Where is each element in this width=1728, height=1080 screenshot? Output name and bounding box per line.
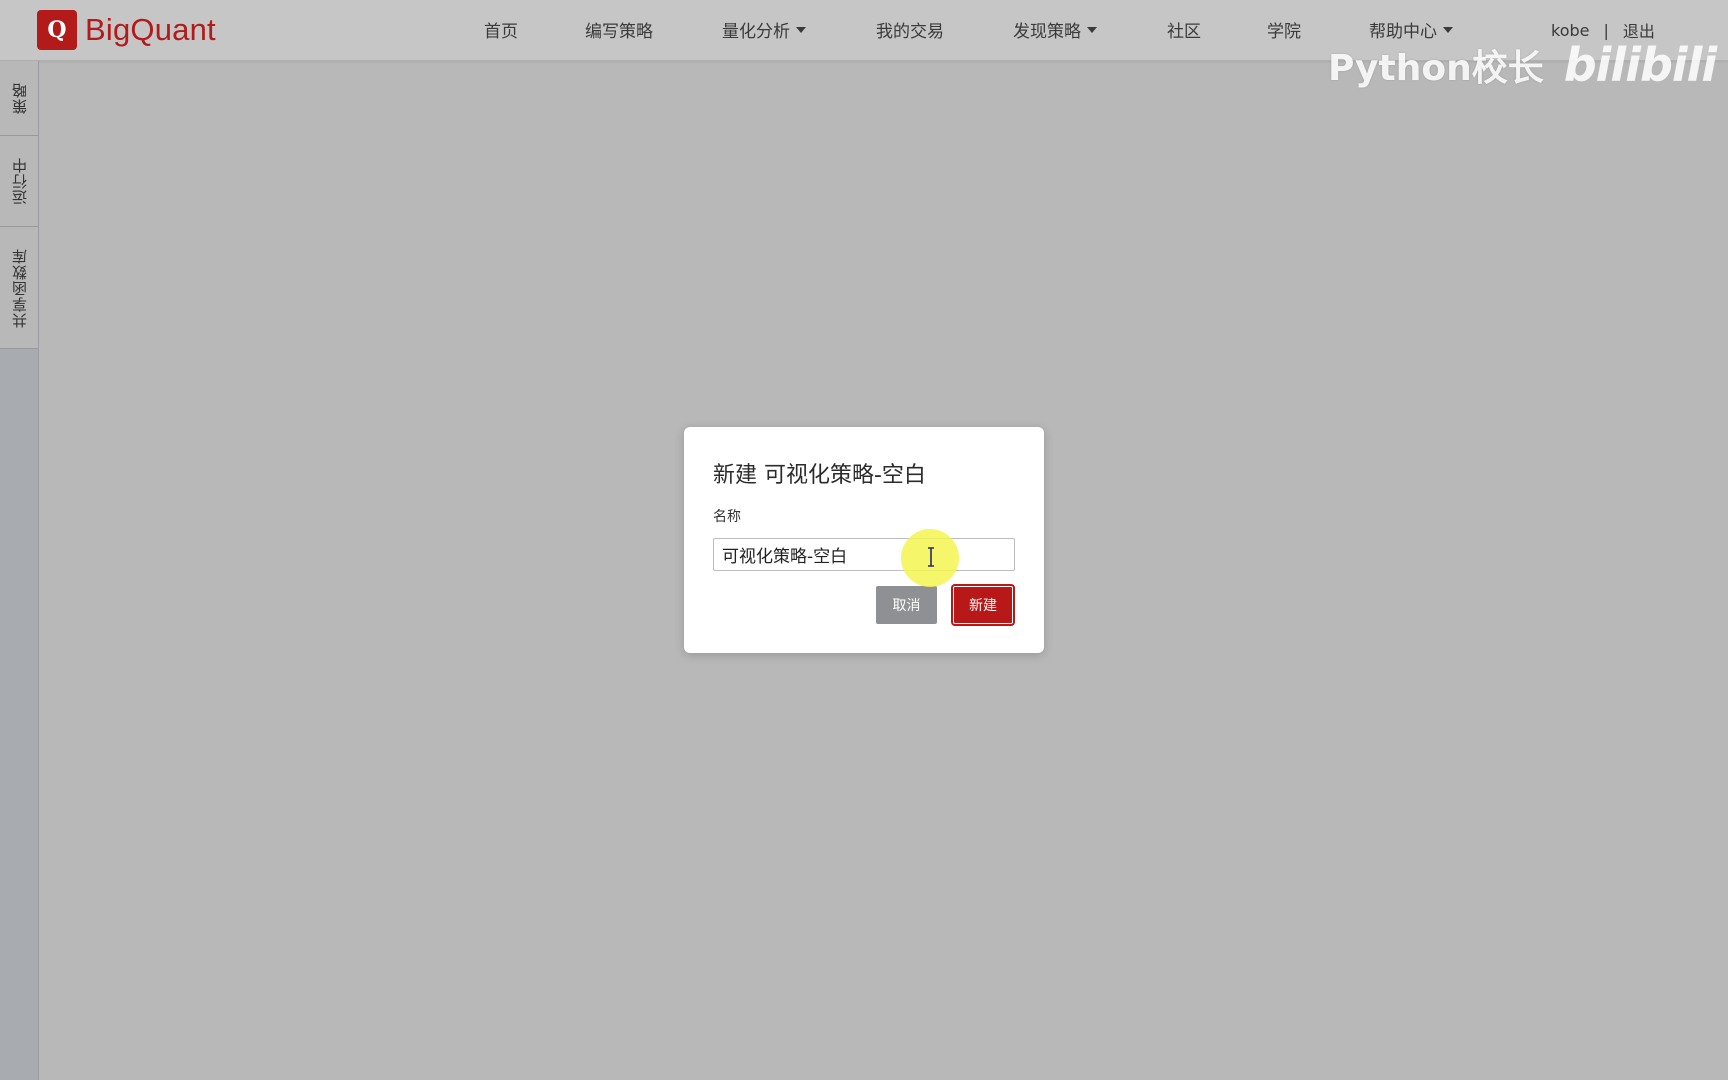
chevron-down-icon	[1087, 27, 1097, 33]
top-navbar: Q BigQuant 首页 编写策略 量化分析 我的交易 发现策略 社区 学院 …	[0, 0, 1728, 61]
chevron-down-icon	[1443, 27, 1453, 33]
sidebar-tab-label: 共享函数库	[10, 247, 29, 328]
sidebar-tab-label: 策略	[10, 82, 29, 114]
create-button[interactable]: 新建	[953, 586, 1013, 624]
nav-item-community[interactable]: 社区	[1167, 17, 1201, 42]
cancel-button[interactable]: 取消	[876, 586, 937, 624]
nav-item-label: 我的交易	[876, 22, 944, 42]
nav-item-discover-strategy[interactable]: 发现策略	[1013, 17, 1097, 42]
nav-item-help-center[interactable]: 帮助中心	[1369, 17, 1453, 42]
dialog-title: 新建 可视化策略-空白	[713, 463, 926, 488]
chevron-down-icon	[796, 27, 806, 33]
nav-item-label: 发现策略	[1013, 22, 1081, 42]
nav-item-label: 首页	[484, 22, 518, 42]
nav-item-write-strategy[interactable]: 编写策略	[585, 17, 653, 42]
nav-item-academy[interactable]: 学院	[1267, 17, 1301, 42]
left-sidebar: 策略 运行中 共享函数库	[0, 61, 39, 1080]
username-link[interactable]: kobe	[1551, 21, 1589, 40]
nav-item-label: 编写策略	[585, 22, 653, 42]
nav-item-label: 社区	[1167, 22, 1201, 42]
strategy-name-input[interactable]	[713, 538, 1015, 571]
nav-item-label: 帮助中心	[1369, 22, 1437, 42]
sidebar-tab-strategies[interactable]: 策略	[0, 61, 38, 136]
sidebar-tab-shared-functions[interactable]: 共享函数库	[0, 227, 38, 349]
nav-item-quant-analysis[interactable]: 量化分析	[722, 17, 806, 42]
name-field-label: 名称	[713, 509, 741, 525]
user-separator: |	[1603, 20, 1609, 40]
brand-name: BigQuant	[85, 12, 216, 47]
sidebar-tab-running[interactable]: 运行中	[0, 136, 38, 227]
new-strategy-dialog: 新建 可视化策略-空白 名称 取消 新建	[684, 427, 1044, 653]
logout-link[interactable]: 退出	[1623, 18, 1655, 42]
bigquant-logo-icon: Q	[37, 10, 77, 50]
nav-item-my-trades[interactable]: 我的交易	[876, 17, 944, 42]
sidebar-tab-label: 运行中	[10, 157, 29, 205]
nav-item-label: 学院	[1267, 22, 1301, 42]
nav-item-home[interactable]: 首页	[484, 17, 518, 42]
user-menu: kobe | 退出	[1551, 18, 1655, 42]
nav-item-label: 量化分析	[722, 22, 790, 42]
brand-logo[interactable]: Q BigQuant	[37, 10, 216, 50]
